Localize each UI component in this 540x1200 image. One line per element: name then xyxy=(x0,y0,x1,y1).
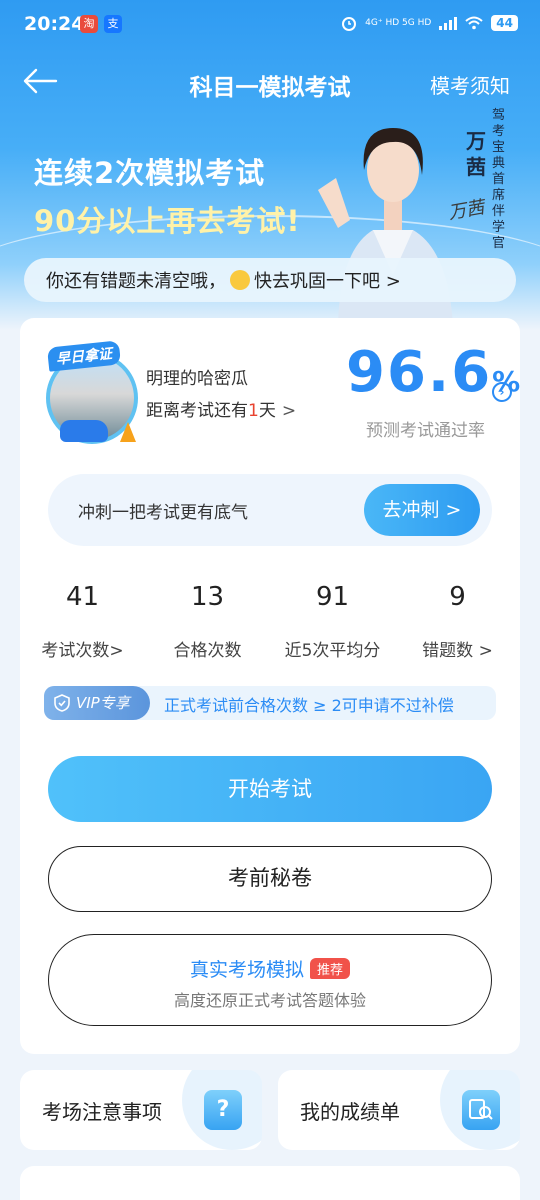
smile-emoji-icon xyxy=(230,270,250,290)
pass-rate-label: 预测考试通过率 xyxy=(366,421,485,441)
vip-tag: VIP专享 xyxy=(44,686,150,720)
sprint-button[interactable]: 去冲刺 > xyxy=(364,484,480,536)
vip-text: 正式考试前合格次数 ≥ 2可申请不过补偿 xyxy=(164,696,454,715)
days-suffix: 天 xyxy=(258,401,276,421)
banner-slogan-line1: 连续2次模拟考试 xyxy=(34,156,266,190)
secret-paper-button[interactable]: 考前秘卷 xyxy=(48,846,492,912)
stat-pass-count: 13 合格次数 xyxy=(145,582,270,661)
wrong-questions-tip[interactable]: 你还有错题未清空哦， 快去巩固一下吧 > xyxy=(24,258,516,302)
shortcut-my-scores[interactable]: 我的成绩单 xyxy=(278,1070,520,1150)
sprint-panel: 冲刺一把考试更有底气 去冲刺 > xyxy=(48,474,492,546)
stats-row: 41 考试次数> 13 合格次数 91 近5次平均分 9 错题数 > xyxy=(20,582,520,672)
days-prefix: 距离考试还有 xyxy=(146,401,248,421)
pass-rate-value: 96.6 xyxy=(346,340,493,405)
spokesperson-role: 驾考宝典首席伴学官 xyxy=(492,108,506,251)
spokesperson-name: 万茜 xyxy=(466,129,486,179)
real-exam-title-row: 真实考场模拟 推荐 xyxy=(49,955,491,982)
vip-tag-label: VIP专享 xyxy=(76,694,130,712)
chevron-right-icon: > xyxy=(281,401,297,421)
stat-label: 错题数 > xyxy=(422,641,493,661)
stat-label: 合格次数 xyxy=(173,641,242,661)
stat-value: 91 xyxy=(315,582,350,612)
banner-slogan-line2: 90分以上再去考试! xyxy=(34,204,301,238)
question-mark-icon: ? xyxy=(204,1090,242,1130)
stat-value: 13 xyxy=(190,582,225,612)
shortcut-label: 我的成绩单 xyxy=(300,1100,400,1124)
status-bar: 20:24 淘 支 4G⁺ HD 5G HD 44 xyxy=(0,0,540,50)
stat-label: 考试次数> xyxy=(41,641,124,661)
wrong-tip-text-1: 你还有错题未清空哦， xyxy=(46,271,226,292)
stat-wrong-count[interactable]: 9 错题数 > xyxy=(395,582,520,661)
wifi-icon xyxy=(465,16,483,30)
real-exam-title: 真实考场模拟 xyxy=(189,959,304,981)
search-document-icon xyxy=(462,1090,500,1130)
pass-badge: 早日拿证 xyxy=(42,338,154,450)
real-exam-sim-button[interactable]: 真实考场模拟 推荐 高度还原正式考试答题体验 xyxy=(48,934,492,1026)
stat-exam-count[interactable]: 41 考试次数> xyxy=(20,582,145,661)
wrong-tip-text-2: 快去巩固一下吧 > xyxy=(254,271,401,292)
days-number: 1 xyxy=(248,401,259,421)
bottom-card xyxy=(20,1166,520,1200)
shortcut-label: 考场注意事项 xyxy=(42,1100,162,1124)
signal-icon xyxy=(439,16,458,30)
nav-bar: 科目一模拟考试 模考须知 xyxy=(0,60,540,104)
vip-banner[interactable]: VIP专享 正式考试前合格次数 ≥ 2可申请不过补偿 xyxy=(44,686,496,720)
sprint-text: 冲刺一把考试更有底气 xyxy=(78,503,248,523)
battery-indicator: 44 xyxy=(491,15,518,31)
stat-label: 近5次平均分 xyxy=(284,641,381,661)
alarm-icon xyxy=(342,17,357,31)
status-time: 20:24 xyxy=(24,13,85,35)
stat-value: 9 xyxy=(449,582,466,612)
taobao-app-icon: 淘 xyxy=(80,15,98,33)
shortcut-exam-notes[interactable]: 考场注意事项 ? xyxy=(20,1070,262,1150)
main-card: 早日拿证 明理的哈密瓜 距离考试还有1天 > 96.6% › 预测考试通过率 冲刺… xyxy=(20,318,520,1054)
real-exam-subtitle: 高度还原正式考试答题体验 xyxy=(173,991,366,1010)
status-right: 4G⁺ HD 5G HD 44 xyxy=(341,15,518,31)
stat-avg-score: 91 近5次平均分 xyxy=(270,582,395,661)
recommend-badge: 推荐 xyxy=(310,958,351,979)
user-name: 明理的哈密瓜 xyxy=(146,369,248,389)
stat-value: 41 xyxy=(65,582,100,612)
chevron-circle-right-icon[interactable]: › xyxy=(492,382,512,402)
network-label: 4G⁺ HD 5G HD xyxy=(365,18,432,28)
traffic-cone-icon xyxy=(120,422,136,442)
start-exam-button[interactable]: 开始考试 xyxy=(48,756,492,822)
exam-notice-link[interactable]: 模考须知 xyxy=(430,70,510,99)
days-to-exam[interactable]: 距离考试还有1天 > xyxy=(146,396,296,421)
car-icon xyxy=(60,420,108,442)
shield-check-icon xyxy=(54,694,70,712)
alipay-app-icon: 支 xyxy=(104,15,122,33)
